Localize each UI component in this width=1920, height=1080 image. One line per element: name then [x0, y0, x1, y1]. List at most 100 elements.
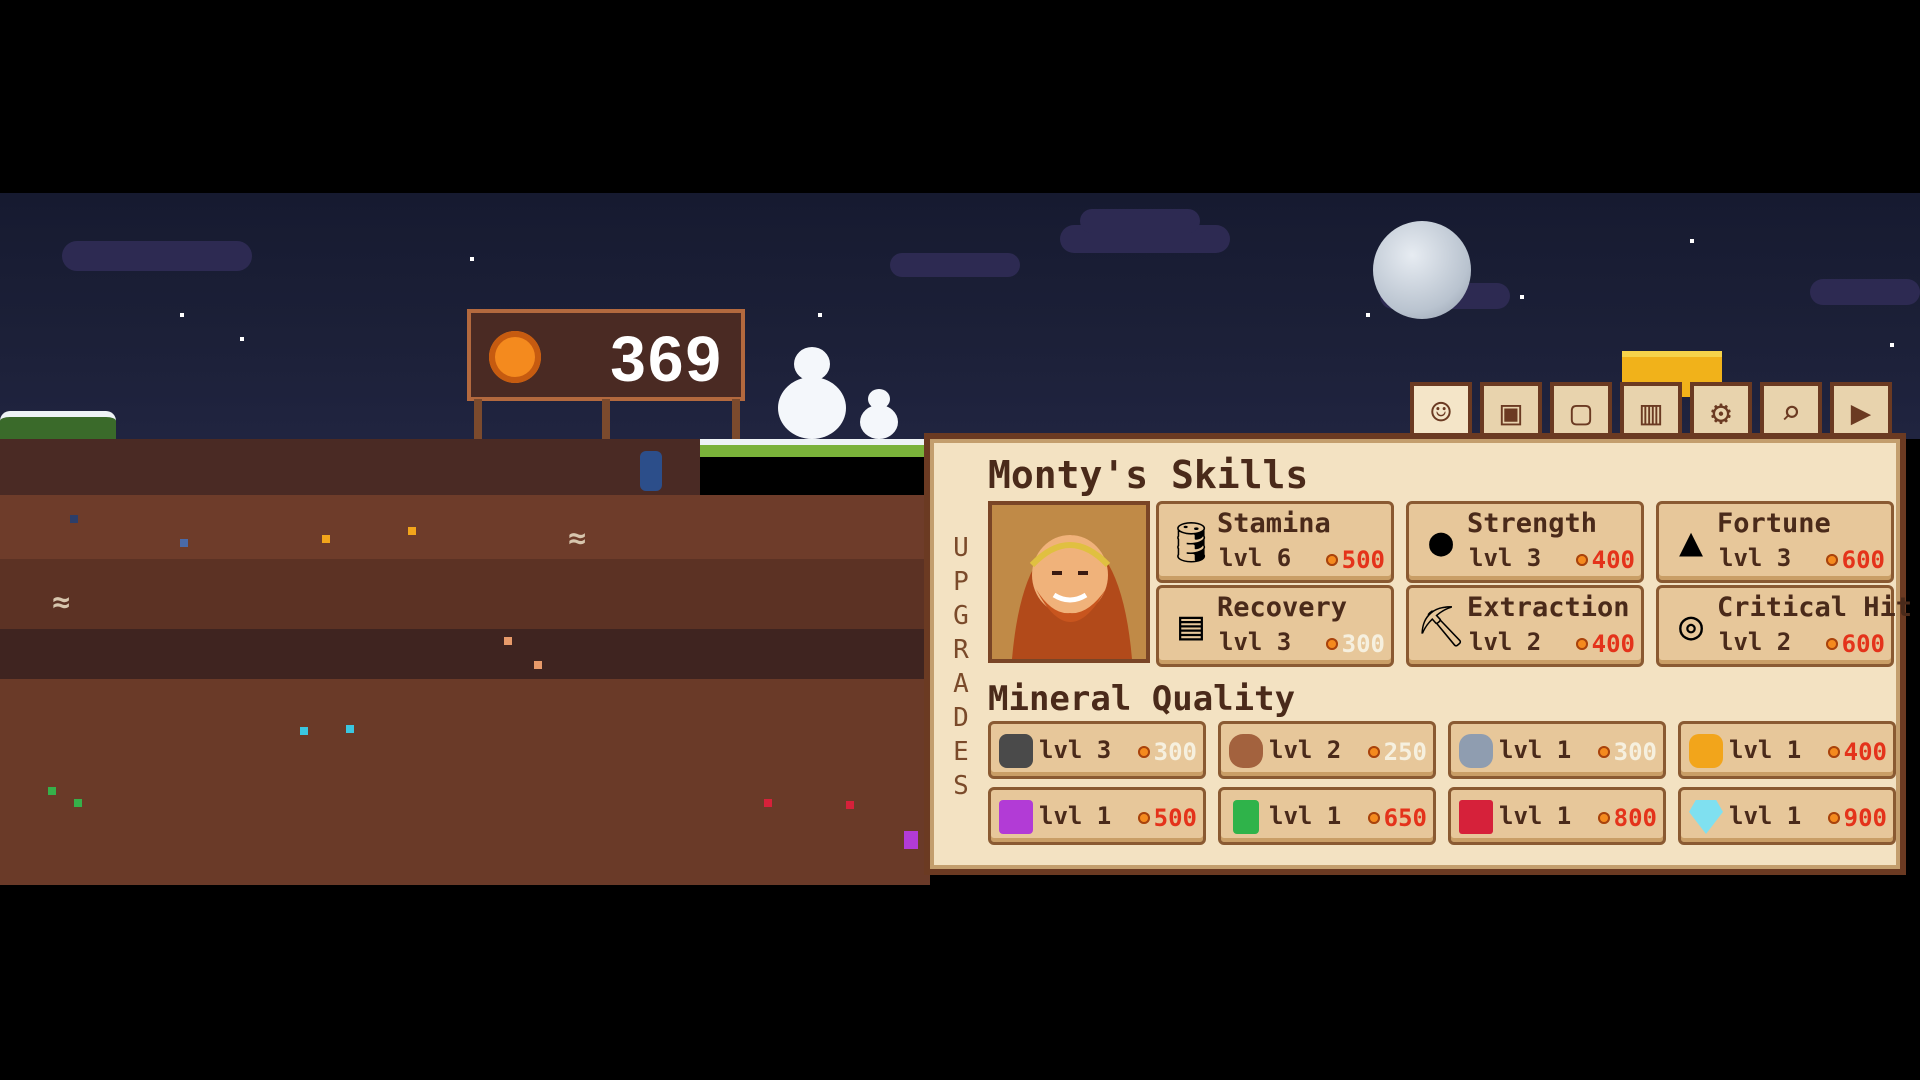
star	[1890, 343, 1894, 347]
diamond-icon	[1689, 800, 1723, 834]
miner-character	[640, 451, 662, 491]
panel-title: Monty's Skills	[988, 453, 1309, 497]
mineral-cost: 400	[1827, 738, 1887, 766]
mineral-cost: 800	[1597, 804, 1657, 832]
monty-portrait-icon: ☺	[1430, 393, 1452, 433]
skill-name: Recovery	[1217, 592, 1348, 623]
coin-icon	[1827, 812, 1840, 824]
gold-ore	[322, 535, 330, 543]
cloud	[1080, 209, 1200, 233]
gold-ore	[408, 527, 416, 535]
skill-recovery[interactable]: ▤ Recovery lvl 3 300	[1156, 585, 1394, 667]
copper-ore-icon	[1229, 734, 1263, 768]
coin-icon	[1367, 812, 1380, 824]
skill-cost: 600	[1825, 546, 1885, 574]
diamond-ore	[300, 727, 308, 735]
mineral-cost: 900	[1827, 804, 1887, 832]
framed-picture-icon: ▢	[1570, 393, 1592, 433]
mineral-level: lvl 1	[1499, 736, 1572, 764]
gold-bars-icon: ▲	[1678, 519, 1704, 565]
magnifier-icon: ⌕	[1780, 393, 1802, 433]
fossil: ≈	[568, 521, 587, 556]
gear-icon: ⚙	[1710, 393, 1732, 433]
tab-search[interactable]: ⌕	[1760, 382, 1822, 440]
copper-ore	[534, 661, 542, 669]
star	[470, 257, 474, 261]
game-viewport: 369 ≈ ≈ ☺ ▣ ▢ ▥ ⚙ ⌕ ▶ Monty's Skills UPG…	[0, 193, 1920, 885]
monty-portrait	[988, 501, 1150, 663]
weight-icon: ●	[1428, 519, 1454, 565]
stats-book-icon: ▥	[1640, 393, 1662, 433]
skill-name: Strength	[1467, 508, 1598, 539]
target-icon: ◎	[1678, 603, 1704, 649]
star	[1366, 313, 1370, 317]
coin-icon	[1137, 746, 1150, 758]
skill-cost: 500	[1325, 546, 1385, 574]
billboard-post	[602, 399, 610, 439]
star	[240, 337, 244, 341]
mineral-ruby[interactable]: lvl 1 800	[1448, 787, 1666, 845]
skill-level: lvl 3	[1469, 544, 1542, 572]
mineral-diamond[interactable]: lvl 1 900	[1678, 787, 1896, 845]
coin-billboard: 369	[467, 309, 745, 401]
mineral-level: lvl 1	[1499, 802, 1572, 830]
tab-gallery[interactable]: ▢	[1550, 382, 1612, 440]
play-next-icon: ▶	[1850, 393, 1872, 433]
skill-critical-hit[interactable]: ◎ Critical Hit lvl 2 600	[1656, 585, 1912, 667]
tab-settings[interactable]: ⚙	[1690, 382, 1752, 440]
star	[1520, 295, 1524, 299]
skill-level: lvl 6	[1219, 544, 1292, 572]
skill-level: lvl 2	[1719, 628, 1792, 656]
cloud	[1810, 279, 1920, 305]
iron-ore-icon	[1459, 734, 1493, 768]
mineral-cost: 300	[1137, 738, 1197, 766]
barrel-icon: 🛢	[1165, 519, 1217, 566]
tab-inventory[interactable]: ▣	[1480, 382, 1542, 440]
mineral-coal[interactable]: lvl 3 300	[988, 721, 1206, 779]
mineral-iron[interactable]: lvl 1 300	[1448, 721, 1666, 779]
pickaxe-icon: ⛏	[1415, 603, 1467, 650]
tab-monty-skills[interactable]: ☺	[1410, 382, 1472, 440]
mineral-emerald[interactable]: lvl 1 650	[1218, 787, 1436, 845]
skill-extraction[interactable]: ⛏ Extraction lvl 2 400	[1406, 585, 1644, 667]
mineral-level: lvl 1	[1039, 802, 1112, 830]
deep-dirt-layer	[0, 679, 930, 885]
skill-level: lvl 3	[1219, 628, 1292, 656]
coin-icon	[1597, 746, 1610, 758]
dirt-layer	[0, 495, 930, 559]
mine-ground: ≈ ≈	[0, 439, 930, 885]
tab-next[interactable]: ▶	[1830, 382, 1892, 440]
upgrades-side-label: UPGRADES	[953, 533, 969, 801]
dug-tunnel	[0, 439, 700, 495]
ruby-icon	[1459, 800, 1493, 834]
skill-name: Stamina	[1217, 508, 1331, 539]
moon	[1373, 221, 1471, 319]
coin-icon	[1325, 554, 1338, 566]
amethyst-ore	[904, 831, 918, 849]
ruby-ore	[846, 801, 854, 809]
skill-fortune[interactable]: ▲ Fortune lvl 3 600	[1656, 501, 1894, 583]
mineral-gold[interactable]: lvl 1 400	[1678, 721, 1896, 779]
mineral-level: lvl 1	[1729, 802, 1802, 830]
billboard-post	[474, 399, 482, 439]
mineral-amethyst[interactable]: lvl 1 500	[988, 787, 1206, 845]
cloud	[62, 241, 252, 271]
coin-icon	[1825, 554, 1838, 566]
skill-cost: 400	[1575, 546, 1635, 574]
skill-cost: 300	[1325, 630, 1385, 658]
skill-strength[interactable]: ● Strength lvl 3 400	[1406, 501, 1644, 583]
skill-level: lvl 2	[1469, 628, 1542, 656]
tab-stats[interactable]: ▥	[1620, 382, 1682, 440]
rock-layer	[0, 629, 930, 679]
iron-ore	[180, 539, 188, 547]
mineral-copper[interactable]: lvl 2 250	[1218, 721, 1436, 779]
emerald-ore	[48, 787, 56, 795]
coin-icon	[1575, 638, 1588, 650]
star	[1690, 239, 1694, 243]
gold-ore-icon	[1689, 734, 1723, 768]
mineral-cost: 300	[1597, 738, 1657, 766]
mineral-cost: 650	[1367, 804, 1427, 832]
coin-icon	[1597, 812, 1610, 824]
treasure-chest-icon: ▣	[1500, 393, 1522, 433]
skill-stamina[interactable]: 🛢 Stamina lvl 6 500	[1156, 501, 1394, 583]
